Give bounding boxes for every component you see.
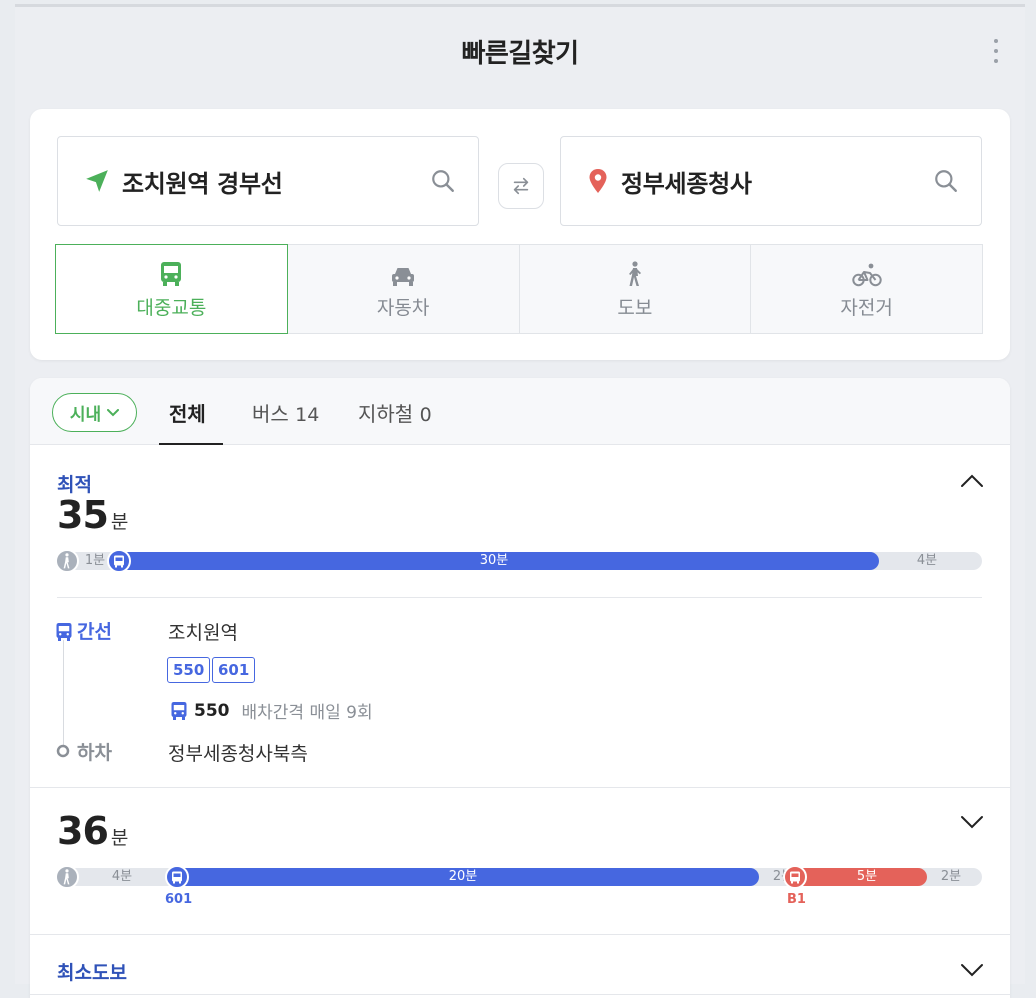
bus-segment-label: 30분: [479, 553, 509, 568]
origin-field[interactable]: 조치원역 경부선: [57, 136, 479, 226]
walk-segment-icon: [55, 549, 79, 573]
duration-unit: 분: [110, 827, 129, 849]
top-bar: 빠른길찾기: [15, 7, 1025, 102]
chevron-up-icon[interactable]: [960, 472, 984, 488]
route-results: 시내 전체 버스 14 지하철 0 최적 35 분 1분 30분 4분 간선 조…: [30, 378, 1010, 998]
alight-label: 하차: [77, 742, 112, 764]
walk-segment-icon: [55, 865, 79, 889]
mode-walk[interactable]: 도보: [518, 244, 752, 334]
route-option[interactable]: 최적 35 분 1분 30분 4분 간선 조치원역 550 601 550 배차…: [30, 445, 1010, 788]
location-pin-icon: [589, 169, 607, 193]
destination-value: 정부세종청사: [621, 169, 752, 198]
chevron-down-icon: [107, 408, 120, 416]
bus-icon: [161, 261, 182, 286]
brt-segment: 5분: [787, 868, 927, 886]
route-duration: 36 분: [57, 809, 128, 853]
mode-label: 도보: [617, 296, 653, 319]
tab-count: 0: [419, 404, 432, 426]
board-stop[interactable]: 조치원역: [168, 618, 238, 645]
walk-icon: [628, 260, 641, 286]
chevron-down-icon[interactable]: [960, 962, 984, 978]
route-timeline-bar: 1분 30분 4분: [55, 549, 982, 573]
tab-label: 지하철: [358, 402, 414, 426]
route-option[interactable]: 36분 4분 20분 601 2분 5분 B1 2분: [30, 788, 1010, 935]
scope-dropdown[interactable]: 시내: [52, 393, 137, 432]
bus-line-label: 601: [165, 892, 193, 907]
bus-segment: 20분: [167, 868, 759, 886]
bus-segment-label: 20분: [448, 869, 478, 884]
route-connector-line: [63, 640, 64, 745]
mode-transit[interactable]: 대중교통: [55, 244, 288, 334]
search-icon[interactable]: [933, 168, 959, 194]
alight-point-icon: [56, 744, 70, 758]
brt-segment-icon: [783, 865, 807, 889]
bus-number-badge[interactable]: 550: [167, 657, 211, 683]
tab-bus[interactable]: 버스 14: [252, 398, 319, 427]
bus-icon: [56, 623, 72, 641]
tab-count: 14: [295, 404, 320, 426]
destination-field[interactable]: 정부세종청사: [560, 136, 982, 226]
navigation-arrow-icon: [86, 170, 108, 192]
mode-car[interactable]: 자동차: [286, 244, 520, 334]
route-tag: 최소도보: [57, 962, 127, 984]
alight-stop[interactable]: 정부세종청사북측: [168, 739, 308, 766]
tab-all[interactable]: 전체: [169, 398, 206, 427]
bicycle-icon: [851, 263, 882, 286]
mode-bicycle[interactable]: 자전거: [750, 244, 983, 334]
interval-bus-number: 550: [194, 700, 230, 721]
transport-mode-tabs: 대중교통 자동차 도보 자전거: [55, 244, 983, 334]
origin-value: 조치원역 경부선: [122, 169, 283, 198]
search-card: 조치원역 경부선 정부세종청사 대중교통 자동차 도보 자전거: [30, 109, 1010, 360]
duration-value: 36: [57, 809, 109, 853]
route-option[interactable]: 최소도보: [30, 935, 1010, 995]
bus-icon: [171, 701, 187, 720]
interval-text: 배차간격 매일 9회: [241, 703, 373, 723]
bus-segment-icon: [165, 865, 189, 889]
walk-segment-label: 1분: [84, 553, 106, 568]
bus-number-list: 550 601: [167, 657, 367, 683]
bus-interval-info: 550 배차간격 매일 9회: [170, 698, 373, 723]
app-window: 빠른길찾기 조치원역 경부선 정부세종청사 대중교통 자동차 도보 자전거 시내…: [15, 4, 1025, 998]
scope-label: 시내: [69, 405, 102, 425]
tab-label: 전체: [169, 402, 206, 426]
swap-button[interactable]: [498, 163, 544, 209]
mode-label: 대중교통: [136, 296, 207, 319]
duration-value: 35: [57, 493, 109, 537]
swap-arrows-icon: [513, 177, 529, 195]
page-title: 빠른길찾기: [461, 39, 579, 69]
tab-subway[interactable]: 지하철 0: [358, 398, 432, 427]
car-icon: [392, 267, 415, 286]
board-type-label: 간선: [77, 621, 112, 643]
bus-segment-icon: [107, 549, 131, 573]
duration-unit: 분: [110, 511, 129, 533]
mode-label: 자전거: [840, 296, 893, 319]
search-icon[interactable]: [430, 168, 456, 194]
walk-segment-label: 4분: [111, 869, 133, 884]
chevron-down-icon[interactable]: [960, 814, 984, 830]
walk-segment-label: 2분: [940, 869, 962, 884]
route-timeline-bar: 4분 20분 601 2분 5분 B1 2분: [55, 865, 982, 907]
divider: [57, 597, 982, 598]
brt-line-label: B1: [787, 892, 806, 907]
bus-number-badge[interactable]: 601: [212, 657, 256, 683]
tab-label: 버스: [252, 402, 289, 426]
bus-segment: 30분: [109, 552, 879, 570]
brt-segment-label: 5분: [856, 869, 878, 884]
route-duration: 35 분: [57, 493, 128, 537]
more-vertical-icon[interactable]: [993, 39, 999, 63]
mode-label: 자동차: [376, 296, 430, 319]
route-filter-bar: 시내 전체 버스 14 지하철 0: [30, 378, 1010, 445]
walk-segment-label: 4분: [916, 553, 938, 568]
